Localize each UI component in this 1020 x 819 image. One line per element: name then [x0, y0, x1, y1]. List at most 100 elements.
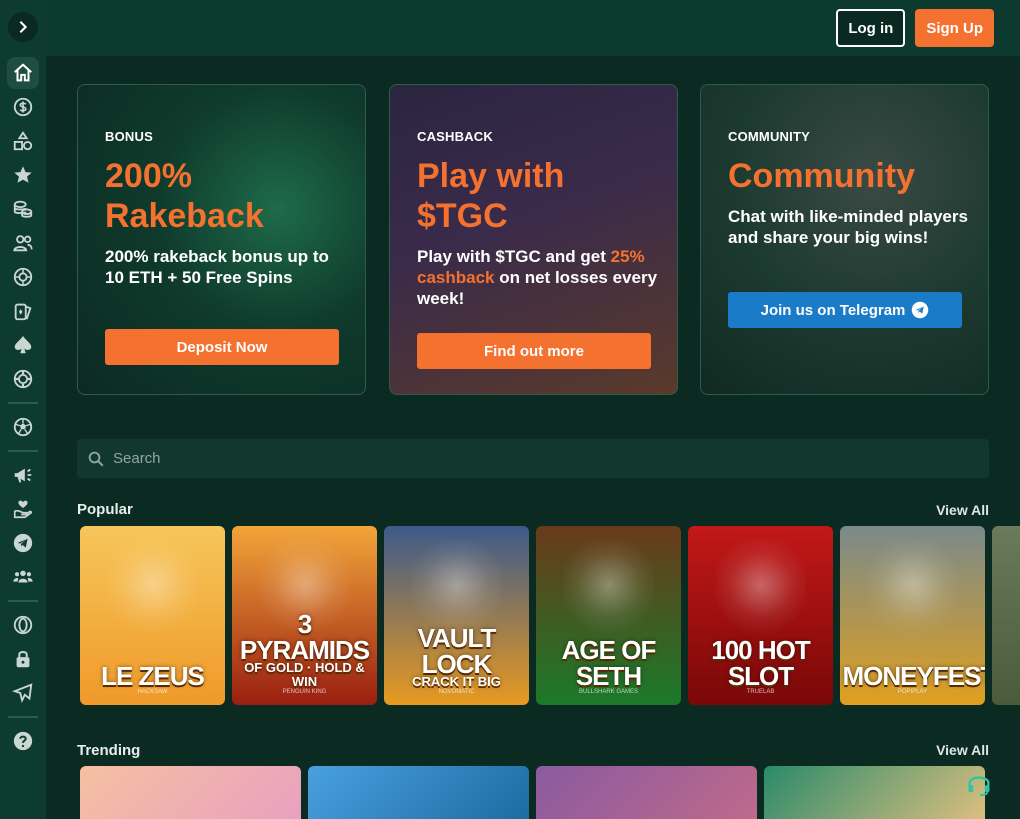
- game-provider: TRUELAB: [746, 689, 775, 695]
- promo-card-community: COMMUNITY Community Chat with like-minde…: [700, 84, 989, 395]
- game-card[interactable]: MONEYFEST POPIPLAY: [840, 526, 985, 705]
- sidebar-item-promotions[interactable]: [7, 459, 39, 491]
- sidebar-divider: [8, 450, 38, 452]
- chevron-right-icon: [19, 21, 28, 33]
- chip-icon: [13, 369, 33, 389]
- star-icon: [14, 166, 32, 183]
- sidebar-item-cards[interactable]: [7, 295, 39, 327]
- game-card[interactable]: VAULT LOCKCRACK IT BIGNOVOMATIC: [384, 526, 529, 705]
- popular-view-all-link[interactable]: View All: [936, 502, 989, 518]
- promo-desc-text: Play with $TGC and get: [417, 247, 611, 266]
- shapes-icon: [13, 131, 33, 151]
- game-artwork: [867, 540, 958, 640]
- game-card[interactable]: 100 HOT SLOT TRUELAB: [688, 526, 833, 705]
- megaphone-icon: [14, 468, 32, 483]
- sidebar-item-responsible[interactable]: [7, 493, 39, 525]
- promo-title: Community: [728, 157, 915, 195]
- sidebar-item-coins[interactable]: [7, 193, 39, 225]
- game-subtitle: CRACK IT BIG: [412, 674, 501, 689]
- sidebar-divider: [8, 716, 38, 718]
- trending-game-card[interactable]: [536, 766, 757, 819]
- popular-games-row: LE ZEUSHACKSAW3 PYRAMIDSOF GOLD · HOLD &…: [80, 526, 1020, 706]
- search-input[interactable]: [113, 450, 973, 467]
- game-artwork: [107, 540, 198, 640]
- trending-section-title: Trending: [77, 742, 141, 759]
- trending-game-card[interactable]: [308, 766, 529, 819]
- game-subtitle: OF GOLD · HOLD & WIN: [244, 660, 365, 689]
- sidebar-item-shapes[interactable]: [7, 125, 39, 157]
- heart-hand-icon: [13, 500, 33, 519]
- game-search-bar[interactable]: [77, 439, 989, 478]
- game-card[interactable]: LE ZEUS HACKSAW: [80, 526, 225, 705]
- game-artwork: [259, 540, 350, 640]
- game-title: MONEYFEST: [842, 661, 986, 691]
- soccer-icon: [13, 417, 33, 437]
- sidebar-item-travel[interactable]: [7, 677, 39, 709]
- game-artwork: [563, 540, 654, 640]
- promo-description: Chat with like-minded players and share …: [728, 207, 968, 247]
- sidebar-divider: [8, 402, 38, 404]
- popular-section-title: Popular: [77, 501, 133, 518]
- trending-game-card[interactable]: [764, 766, 985, 819]
- spade-icon: [14, 335, 32, 354]
- promo-card-bonus: BONUS 200% Rakeback 200% rakeback bonus …: [77, 84, 366, 395]
- sidebar-item-table-games[interactable]: [7, 363, 39, 395]
- game-provider: POPIPLAY: [897, 689, 928, 695]
- lock-icon: [16, 651, 30, 668]
- promo-card-cashback: CASHBACK Play with $TGC Play with $TGC a…: [389, 84, 678, 395]
- sidebar-item-help[interactable]: [7, 725, 39, 757]
- support-chat-button[interactable]: [965, 770, 993, 798]
- game-artwork: [411, 540, 502, 640]
- sidebar-item-favorites[interactable]: [7, 159, 39, 191]
- dollar-icon: [13, 97, 33, 117]
- sidebar-item-security[interactable]: [7, 643, 39, 675]
- game-title: AGE OF SETH: [561, 635, 657, 691]
- search-icon: [88, 451, 104, 466]
- home-icon: [14, 63, 32, 82]
- sidebar-item-live[interactable]: [7, 227, 39, 259]
- sidebar-item-home[interactable]: [7, 57, 39, 89]
- promo-description: 200% rakeback bonus up to 10 ETH + 50 Fr…: [105, 247, 329, 287]
- game-card[interactable]: B: [992, 526, 1020, 705]
- game-card[interactable]: 3 PYRAMIDSOF GOLD · HOLD & WINPENGUIN KI…: [232, 526, 377, 705]
- game-title: B: [995, 663, 1020, 689]
- game-provider: PENGUIN KING: [282, 689, 327, 695]
- game-artwork: [715, 540, 806, 640]
- login-button[interactable]: Log in: [836, 9, 906, 47]
- trending-games-row: [80, 766, 1020, 819]
- sidebar-toggle-button[interactable]: [8, 12, 38, 42]
- signup-button[interactable]: Sign Up: [915, 9, 994, 47]
- top-header: Log in Sign Up: [46, 0, 1020, 56]
- sidebar: [0, 0, 46, 819]
- sidebar-item-poker[interactable]: [7, 329, 39, 361]
- users-icon: [13, 235, 33, 252]
- trending-game-card[interactable]: [80, 766, 301, 819]
- game-provider: HACKSAW: [137, 689, 168, 695]
- sidebar-divider: [8, 600, 38, 602]
- game-provider: NOVOMATIC: [438, 689, 475, 695]
- game-title: 100 HOT SLOT: [711, 635, 811, 691]
- promo-tag: COMMUNITY: [728, 129, 810, 144]
- promo-title: 200% Rakeback: [105, 157, 264, 235]
- sidebar-item-community[interactable]: [7, 561, 39, 593]
- headset-icon: [968, 776, 990, 797]
- join-telegram-label: Join us on Telegram: [760, 301, 906, 319]
- cards-icon: [14, 303, 32, 321]
- promo-title: Play with $TGC: [417, 157, 565, 235]
- sidebar-item-sports[interactable]: [7, 411, 39, 443]
- game-title: LE ZEUS: [101, 661, 205, 691]
- sidebar-item-roulette[interactable]: [7, 261, 39, 293]
- game-provider: BULLSHARK GAMES: [578, 689, 639, 695]
- telegram-icon: [912, 301, 929, 319]
- trending-view-all-link[interactable]: View All: [936, 742, 989, 758]
- join-telegram-button[interactable]: Join us on Telegram: [728, 292, 962, 328]
- sidebar-item-token[interactable]: [7, 609, 39, 641]
- sidebar-item-dollar[interactable]: [7, 91, 39, 123]
- sidebar-item-telegram[interactable]: [7, 527, 39, 559]
- game-card[interactable]: AGE OF SETH BULLSHARK GAMES: [536, 526, 681, 705]
- telegram-icon: [13, 533, 33, 553]
- token-icon: [13, 615, 33, 635]
- find-out-more-button[interactable]: Find out more: [417, 333, 651, 369]
- deposit-now-button[interactable]: Deposit Now: [105, 329, 339, 365]
- promo-tag: BONUS: [105, 129, 153, 144]
